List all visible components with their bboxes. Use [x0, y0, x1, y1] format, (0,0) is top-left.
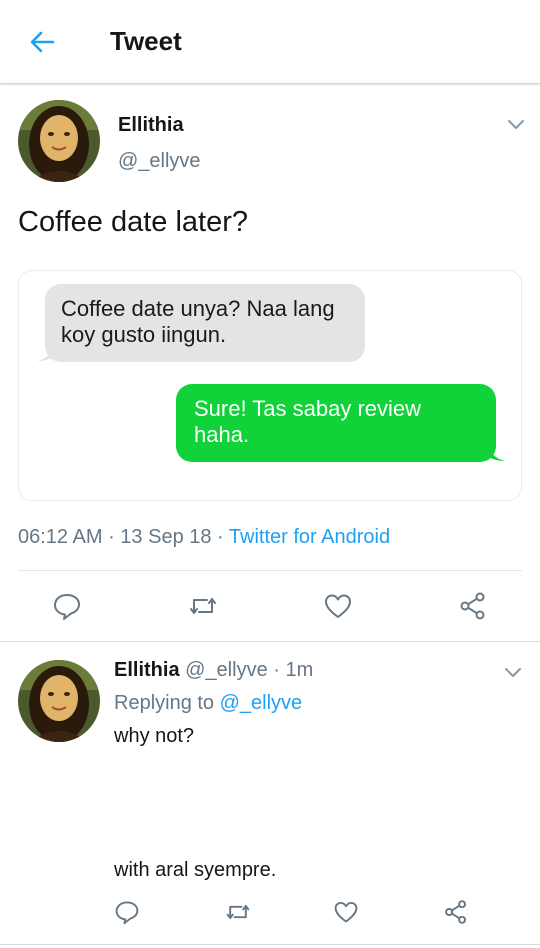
- tweet-text: Coffee date later?: [18, 206, 249, 238]
- reply-text-line: with aral syempre.: [114, 859, 277, 881]
- back-button[interactable]: [22, 22, 62, 62]
- divider: [0, 641, 540, 642]
- received-message-bubble: Coffee date unya? Naa lang koy gusto iin…: [45, 284, 365, 362]
- meta-separator: ·: [211, 526, 229, 548]
- share-icon: [445, 900, 467, 924]
- divider: [0, 944, 540, 945]
- like-button[interactable]: [329, 895, 363, 929]
- divider: [18, 570, 522, 571]
- tweet-meta: 06:12 AM · 13 Sep 18 · Twitter for Andro…: [18, 526, 390, 549]
- sent-message-bubble: Sure! Tas sabay review haha.: [176, 384, 496, 462]
- retweet-button[interactable]: [221, 895, 255, 929]
- page-title: Tweet: [110, 26, 182, 56]
- tweet-media-card[interactable]: Coffee date unya? Naa lang koy gusto iin…: [18, 270, 522, 501]
- top-app-bar: Tweet: [0, 0, 540, 84]
- replying-prefix: Replying to: [114, 692, 220, 714]
- reply-icon: [54, 594, 80, 620]
- retweet-icon: [190, 598, 216, 614]
- reply-text-line: why not?: [114, 725, 195, 747]
- reply-button[interactable]: [110, 895, 144, 929]
- avatar[interactable]: [18, 660, 100, 742]
- like-button[interactable]: [321, 589, 355, 623]
- author-handle[interactable]: @_ellyve: [118, 150, 201, 173]
- share-icon: [460, 592, 485, 620]
- reply-icon: [115, 901, 139, 925]
- like-icon: [334, 901, 358, 923]
- share-button[interactable]: [456, 589, 490, 623]
- back-arrow-icon: [30, 31, 55, 53]
- share-button[interactable]: [439, 895, 473, 929]
- reply-button[interactable]: [50, 589, 84, 623]
- author-name[interactable]: Ellithia: [118, 114, 184, 137]
- meta-separator: ·: [102, 526, 121, 548]
- avatar[interactable]: [18, 100, 100, 182]
- chevron-down-icon[interactable]: [506, 114, 526, 134]
- reply-header[interactable]: Ellithia @_ellyve · 1m: [114, 659, 313, 682]
- reply-author-name[interactable]: Ellithia: [114, 659, 180, 681]
- replying-to: Replying to @_ellyve: [114, 692, 302, 715]
- retweet-icon: [226, 904, 250, 920]
- retweet-button[interactable]: [186, 589, 220, 623]
- replying-handle-link[interactable]: @_ellyve: [220, 692, 303, 714]
- chevron-down-icon[interactable]: [503, 662, 523, 682]
- tweet-date: 13 Sep 18: [120, 526, 212, 548]
- tweet-time: 06:12 AM: [18, 526, 103, 548]
- tweet-source-link[interactable]: Twitter for Android: [229, 526, 390, 548]
- like-icon: [325, 594, 351, 618]
- reply-handle-time: @_ellyve · 1m: [179, 659, 314, 681]
